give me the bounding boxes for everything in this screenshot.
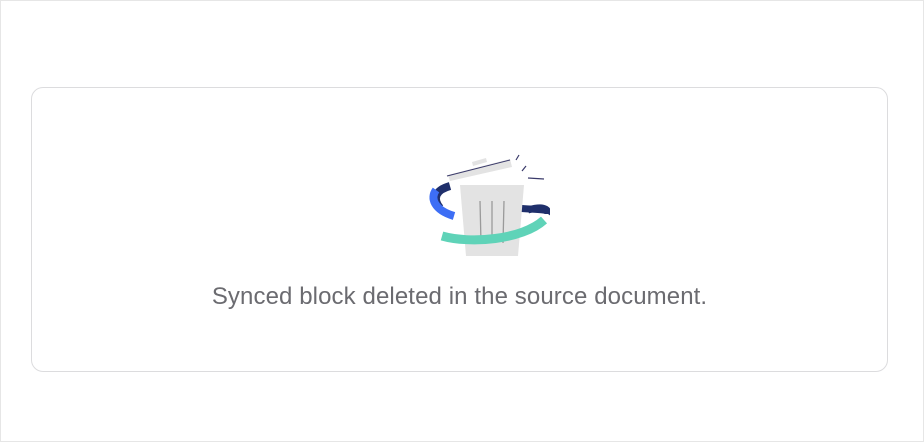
synced-block-placeholder-card: Synced block deleted in the source docum…	[31, 87, 888, 372]
deleted-trash-icon	[429, 154, 550, 256]
deleted-synced-block-message: Synced block deleted in the source docum…	[211, 283, 708, 310]
motion-tick	[521, 165, 527, 172]
sync-arc-front-left	[429, 187, 456, 220]
page-frame: Synced block deleted in the source docum…	[0, 0, 924, 442]
motion-tick	[515, 154, 520, 161]
bin-lid-handle	[472, 158, 487, 166]
sync-arc-front-right	[527, 204, 550, 215]
motion-tick	[527, 177, 545, 180]
